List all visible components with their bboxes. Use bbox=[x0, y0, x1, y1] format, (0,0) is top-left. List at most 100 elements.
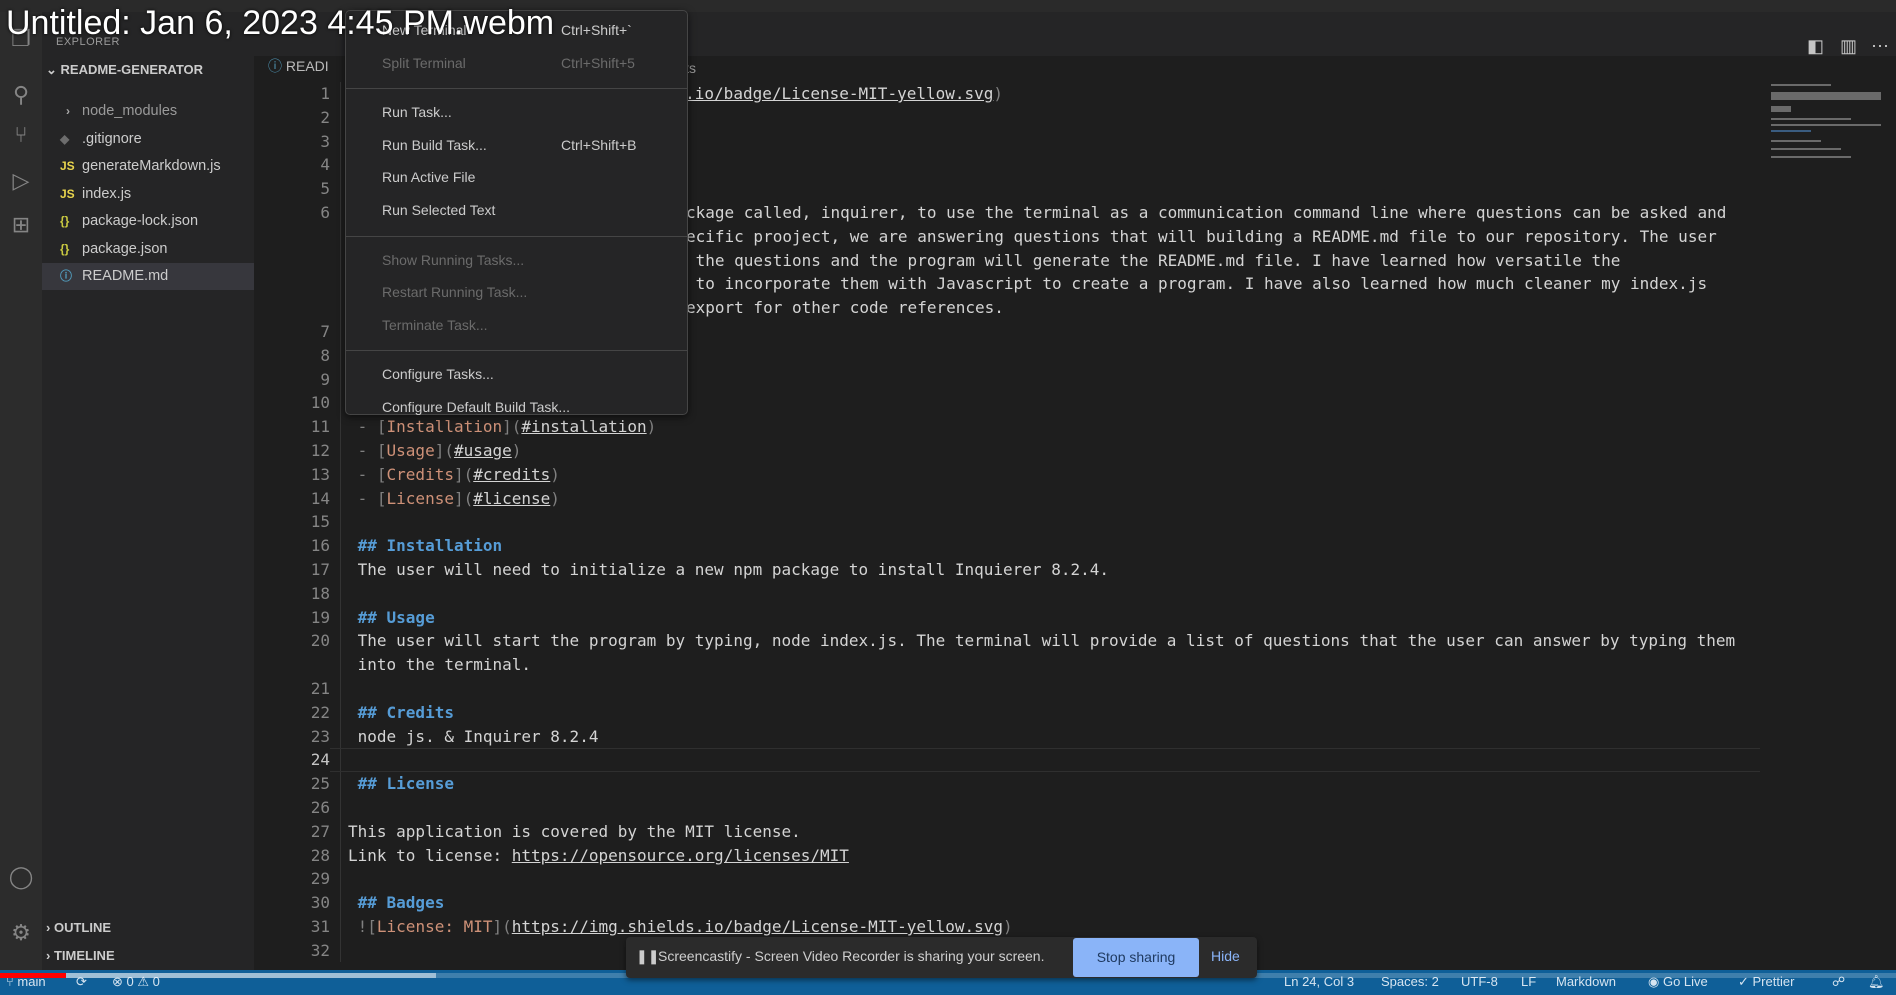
code-line: into the terminal. bbox=[254, 653, 1754, 677]
line-text: ## Badges bbox=[348, 891, 445, 915]
file-item[interactable]: JS index.js bbox=[42, 181, 254, 208]
line-text: This application is covered by the MIT l… bbox=[348, 820, 801, 844]
line-text: node js. & Inquirer 8.2.4 bbox=[348, 725, 599, 749]
menu-item[interactable]: Restart Running Task... bbox=[346, 277, 687, 307]
more-actions-icon[interactable]: ⋯ bbox=[1871, 36, 1889, 57]
text-segment: to incorporate them with Javascript to c… bbox=[686, 274, 1708, 294]
line-text: the questions and the program will gener… bbox=[686, 249, 1621, 273]
hide-button[interactable]: Hide bbox=[1211, 948, 1240, 964]
split-editor-icon[interactable]: ▥ bbox=[1840, 36, 1857, 57]
line-text: to incorporate them with Javascript to c… bbox=[686, 272, 1707, 296]
menu-item-label: Run Selected Text bbox=[382, 202, 496, 218]
activity-bar: ❐ ⚲ ⑂ ▷ ⊞ ◯ ⚙ bbox=[0, 12, 42, 970]
text-segment: ) bbox=[550, 488, 560, 508]
text-segment: node js. & Inquirer 8.2.4 bbox=[348, 726, 599, 746]
gitignore-icon: ◆ bbox=[60, 131, 70, 146]
line-number: 19 bbox=[310, 607, 330, 627]
line-number: 4 bbox=[320, 155, 330, 175]
run-debug-icon[interactable]: ▷ bbox=[8, 168, 34, 194]
menu-item[interactable]: Configure Tasks... bbox=[346, 359, 687, 389]
file-item[interactable]: ◆ .gitignore bbox=[42, 126, 254, 153]
info-file-icon: ⓘ bbox=[60, 269, 73, 283]
code-line: 16 ## Installation bbox=[254, 534, 1754, 558]
link[interactable]: #credits bbox=[473, 465, 550, 484]
code-line: 18 bbox=[254, 582, 1754, 606]
file-item[interactable]: ⓘ README.md bbox=[42, 263, 254, 290]
text-segment: into the terminal. bbox=[348, 655, 532, 675]
menu-item[interactable]: Run Selected Text bbox=[346, 195, 687, 225]
link[interactable]: https://opensource.org/licenses/MIT bbox=[512, 846, 849, 865]
menu-item[interactable]: Configure Default Build Task... bbox=[346, 392, 687, 422]
file-item[interactable]: {} package.json bbox=[42, 236, 254, 263]
outline-section[interactable]: › OUTLINE bbox=[46, 920, 111, 935]
file-item[interactable]: {} package-lock.json bbox=[42, 208, 254, 235]
terminal-menu: New Terminal Ctrl+Shift+` Split Terminal Ct… bbox=[345, 10, 688, 415]
chevron-right-icon: › bbox=[66, 104, 70, 118]
heading: ## Badges bbox=[348, 893, 445, 913]
menu-item[interactable]: Run Active File bbox=[346, 162, 687, 192]
link[interactable]: #license bbox=[473, 489, 550, 508]
line-number: 9 bbox=[320, 369, 330, 389]
file-item[interactable]: › node_modules bbox=[42, 98, 254, 125]
text-segment: License bbox=[386, 488, 454, 508]
menu-item[interactable]: Run Task... bbox=[346, 97, 687, 127]
line-text: The user will start the program by typin… bbox=[348, 629, 1736, 653]
file-item[interactable]: JS generateMarkdown.js bbox=[42, 153, 254, 180]
text-segment: - [ bbox=[348, 488, 387, 508]
text-segment: ) bbox=[511, 441, 522, 460]
line-number: 32 bbox=[310, 940, 330, 960]
menu-separator bbox=[346, 88, 687, 90]
js-file-icon: JS bbox=[60, 186, 75, 201]
menu-item-shortcut: Ctrl+Shift+5 bbox=[561, 54, 635, 71]
line-number: 27 bbox=[310, 821, 330, 841]
line-number: 11 bbox=[310, 417, 330, 437]
menu-item[interactable]: Terminate Task... bbox=[346, 310, 687, 340]
line-number: 8 bbox=[320, 345, 330, 365]
line-number: 31 bbox=[310, 917, 330, 936]
code-line: 17 The user will need to initialize a ne… bbox=[254, 558, 1754, 582]
js-file-icon: JS bbox=[60, 159, 75, 173]
file-label: package-lock.json bbox=[82, 213, 199, 229]
search-icon[interactable]: ⚲ bbox=[8, 82, 34, 108]
project-folder[interactable]: ⌄ README-GENERATOR bbox=[46, 62, 203, 78]
account-icon[interactable]: ◯ bbox=[8, 864, 34, 890]
menu-item[interactable]: Run Build Task... Ctrl+Shift+B bbox=[346, 130, 687, 160]
code-line: 12 - [Usage](#usage) bbox=[254, 439, 1754, 463]
line-number: 7 bbox=[320, 322, 330, 341]
text-segment: ) bbox=[1003, 917, 1013, 936]
line-number: 17 bbox=[310, 560, 330, 579]
line-text: - [License](#license) bbox=[348, 487, 560, 511]
code-line: 21 bbox=[254, 677, 1754, 701]
chevron-right-icon: › bbox=[46, 948, 54, 963]
minimap[interactable] bbox=[1771, 84, 1886, 170]
open-preview-icon[interactable]: ◧ bbox=[1807, 36, 1824, 57]
line-text: ## Credits bbox=[348, 701, 454, 725]
line-number: 23 bbox=[310, 726, 330, 746]
link[interactable]: #usage bbox=[454, 441, 512, 460]
stop-sharing-button[interactable]: Stop sharing bbox=[1073, 938, 1199, 977]
extensions-icon[interactable]: ⊞ bbox=[8, 212, 34, 238]
pause-icon: ❚❚ bbox=[636, 948, 660, 964]
tab-readme[interactable]: ⓘ READI bbox=[268, 56, 329, 82]
line-text: into the terminal. bbox=[348, 653, 531, 677]
json-file-icon: {} bbox=[60, 214, 70, 228]
menu-separator bbox=[346, 235, 687, 237]
line-number: 13 bbox=[310, 464, 330, 484]
gear-icon[interactable]: ⚙ bbox=[8, 920, 34, 946]
code-line: 13 - [Credits](#credits) bbox=[254, 463, 1754, 487]
video-progress-bar[interactable] bbox=[0, 973, 67, 978]
text-segment: - [ bbox=[348, 441, 387, 460]
line-number: 26 bbox=[310, 798, 330, 817]
menu-item[interactable]: Split Terminal Ctrl+Shift+5 bbox=[346, 48, 687, 78]
line-number: 6 bbox=[320, 203, 330, 222]
source-control-icon[interactable]: ⑂ bbox=[8, 122, 34, 148]
explorer-sidebar: EXPLORER ⌄ README-GENERATOR › node_module… bbox=[42, 12, 254, 970]
link[interactable]: https://img.shields.io/badge/License-MIT… bbox=[512, 917, 1003, 936]
timeline-section[interactable]: › TIMELINE bbox=[46, 948, 115, 963]
heading: ## License bbox=[348, 774, 454, 794]
text-segment: Credits bbox=[386, 464, 454, 484]
menu-item[interactable]: Show Running Tasks... bbox=[346, 245, 687, 275]
text-segment: ckage called, inquirer, to use the termi… bbox=[686, 203, 1727, 222]
line-number: 10 bbox=[310, 393, 330, 413]
file-label: index.js bbox=[82, 185, 132, 202]
